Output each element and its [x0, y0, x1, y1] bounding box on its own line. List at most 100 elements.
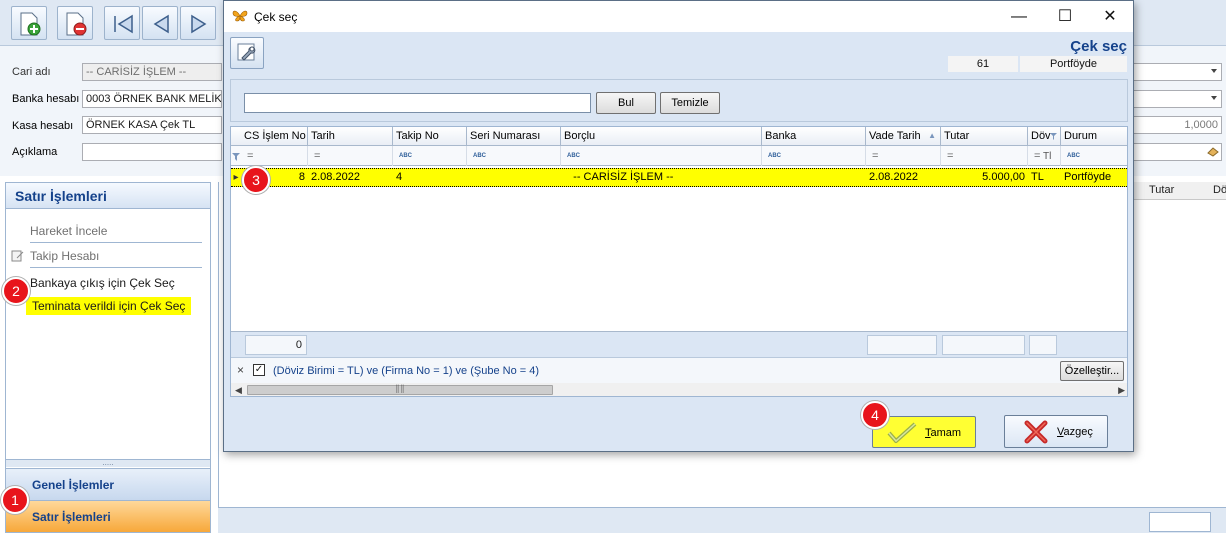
col-vade-tarih[interactable]: Vade Tarih ▲ [866, 127, 941, 146]
previous-record-button[interactable] [142, 6, 178, 40]
takip-icon [11, 250, 24, 262]
col-doviz-label: Döv [1031, 130, 1051, 142]
grid-footer: 0 [231, 331, 1127, 357]
equals-operator: = [947, 150, 954, 162]
ok-label: Tamam [925, 427, 962, 439]
search-input[interactable] [244, 93, 591, 113]
cancel-label: Vazgeç [1057, 426, 1093, 438]
filter-doviz[interactable]: = Tl [1028, 146, 1061, 166]
new-document-button[interactable] [11, 6, 47, 40]
next-record-icon [191, 14, 207, 34]
col-durum[interactable]: Durum [1061, 127, 1127, 146]
new-document-icon [20, 12, 41, 36]
col-doviz[interactable]: Döv [1028, 127, 1061, 146]
rate-field[interactable]: 1,0000 [1133, 116, 1222, 134]
banka-field[interactable]: 0003 ÖRNEK BANK MELİKGAZ [82, 90, 222, 108]
filter-cs-islem-no[interactable]: = [241, 146, 308, 166]
scroll-left-icon[interactable]: ◀ [235, 385, 242, 396]
right-field-4[interactable] [1133, 143, 1222, 161]
equals-operator: = [247, 150, 254, 162]
cell-vade-tarih: 2.08.2022 [869, 171, 918, 183]
header-number: 61 [948, 56, 1018, 72]
banka-label: Banka hesabı [12, 93, 80, 105]
filter-borclu[interactable]: ABC [561, 146, 762, 166]
contains-operator: ABC [399, 153, 412, 159]
chevron-down-icon [1211, 69, 1217, 73]
checkmark-icon [887, 422, 917, 443]
col-banka[interactable]: Banka [762, 127, 866, 146]
contains-operator: ABC [473, 153, 486, 159]
filter-seri-numarasi[interactable]: ABC [467, 146, 561, 166]
col-seri-numarasi[interactable]: Seri Numarası [467, 127, 561, 146]
filter-banka[interactable]: ABC [762, 146, 866, 166]
first-record-button[interactable] [104, 6, 140, 40]
cari-field[interactable]: -- CARİSİZ İŞLEM -- [82, 63, 222, 81]
clear-button[interactable]: Temizle [660, 92, 720, 114]
cheque-grid: CS İşlem No Tarih Takip No Seri Numarası… [230, 126, 1128, 397]
close-icon: ✕ [1103, 8, 1117, 25]
col-tutar[interactable]: Tutar [941, 127, 1028, 146]
filter-durum[interactable]: ABC [1061, 146, 1127, 166]
table-row[interactable]: ▸ 8 2.08.2022 4 -- CARİSİZ İŞLEM -- 2.08… [231, 168, 1127, 187]
close-button[interactable]: ✕ [1087, 1, 1133, 32]
genel-islemler-button[interactable]: Genel İşlemler [6, 468, 210, 500]
menu-item-hareket-incele[interactable]: Hareket İncele [30, 224, 107, 238]
right-select-1[interactable] [1133, 63, 1222, 81]
left-panel-title: Satır İşlemleri [6, 183, 210, 209]
kasa-field[interactable]: ÖRNEK KASA Çek TL [82, 116, 222, 134]
cell-tutar: 5.000,00 [982, 171, 1025, 183]
lines-grid-header: Tutar Dö [1133, 182, 1226, 200]
settings-tool-button[interactable] [230, 37, 264, 69]
filter-enabled-checkbox[interactable]: ✓ [253, 364, 265, 376]
col-doviz[interactable]: Dö [1213, 184, 1226, 196]
filter-takip-no[interactable]: ABC [393, 146, 467, 166]
clear-filter-icon[interactable]: × [237, 363, 244, 377]
customize-filter-button[interactable]: Özelleştir... [1060, 361, 1124, 381]
next-record-button[interactable] [180, 6, 216, 40]
maximize-button[interactable]: ☐ [1042, 1, 1088, 32]
filter-expression[interactable]: (Döviz Birimi = TL) ve (Firma No = 1) ve… [273, 365, 539, 377]
footer-doviz [1029, 335, 1057, 355]
cancel-button[interactable]: Vazgeç [1004, 415, 1108, 448]
equals-operator: = [1034, 150, 1041, 162]
col-tarih[interactable]: Tarih [308, 127, 393, 146]
delete-document-button[interactable] [57, 6, 93, 40]
scroll-right-icon[interactable]: ▶ [1118, 385, 1125, 396]
wrench-icon [237, 43, 256, 61]
menu-item-takip-hesabi[interactable]: Takip Hesabı [30, 249, 99, 263]
aciklama-field[interactable] [82, 143, 222, 161]
scroll-thumb[interactable]: ║║ [247, 385, 553, 395]
col-vade-tarih-label: Vade Tarih [869, 130, 921, 142]
contains-operator: ABC [768, 153, 781, 159]
minimize-button[interactable]: — [996, 1, 1042, 32]
active-filter-bar: × ✓ (Döviz Birimi = TL) ve (Firma No = 1… [231, 357, 1127, 383]
cari-label: Cari adı [12, 66, 51, 78]
panel-splitter[interactable]: ..... [6, 459, 210, 467]
previous-record-icon [153, 14, 169, 34]
filter-tutar[interactable]: = [941, 146, 1028, 166]
butterfly-icon [232, 10, 248, 22]
cell-tarih: 2.08.2022 [311, 171, 360, 183]
menu-item-teminata-verildi[interactable]: Teminata verildi için Çek Seç [26, 297, 192, 315]
footer-vade [867, 335, 937, 355]
auto-filter-row: = = ABC ABC ABC ABC = = = Tl ABC [231, 146, 1127, 166]
cancel-x-icon [1024, 420, 1048, 444]
satir-islemleri-button[interactable]: Satır İşlemleri [6, 500, 210, 532]
col-borclu[interactable]: Borçlu [561, 127, 762, 146]
equals-operator: = [872, 150, 879, 162]
right-select-2[interactable] [1133, 90, 1222, 108]
menu-item-bankaya-cikis[interactable]: Bankaya çıkış için Çek Seç [30, 276, 175, 290]
find-button[interactable]: Bul [596, 92, 656, 114]
dialog-titlebar[interactable]: Çek seç — ☐ ✕ [224, 1, 1133, 32]
first-record-icon [114, 14, 133, 34]
col-takip-no[interactable]: Takip No [393, 127, 467, 146]
col-tutar[interactable]: Tutar [1149, 184, 1174, 196]
horizontal-scrollbar[interactable]: ◀ ║║ ▶ [231, 383, 1127, 396]
chevron-down-icon [1211, 96, 1217, 100]
col-cs-islem-no[interactable]: CS İşlem No [241, 127, 308, 146]
filter-vade-tarih[interactable]: = [866, 146, 941, 166]
dialog-body: Çek seç 61 Portföyde Bul Temizle CS İşle… [224, 32, 1133, 451]
callout-marker-2: 2 [2, 277, 30, 305]
callout-marker-3: 3 [242, 166, 270, 194]
filter-tarih[interactable]: = [308, 146, 393, 166]
